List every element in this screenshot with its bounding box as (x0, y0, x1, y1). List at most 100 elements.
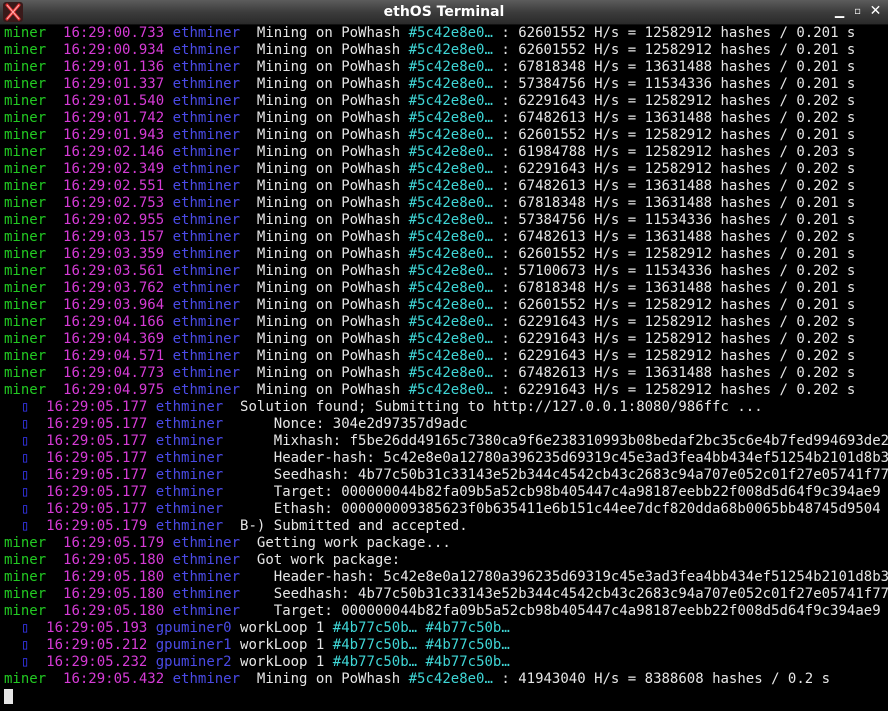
maximize-button[interactable]: ▫ (849, 3, 866, 20)
log-timestamp: 16:29:05.177 (46, 433, 148, 449)
log-tag: miner (4, 195, 47, 211)
log-message: Target: 000000044b82fa09b5a52cb98b405447… (256, 484, 881, 500)
prompt-line[interactable] (4, 688, 888, 705)
log-timestamp: 16:29:02.955 (63, 212, 165, 228)
log-hash: #5c42e8e0… (408, 161, 493, 177)
log-line: ▯ 16:29:05.177 ethminer Header-hash: 5c4… (4, 450, 888, 467)
log-tag: miner (4, 178, 47, 194)
log-line: miner 16:29:01.337 ethminer Mining on Po… (4, 76, 888, 93)
log-line: miner 16:29:00.934 ethminer Mining on Po… (4, 42, 888, 59)
log-line: ▯ 16:29:05.193 gpuminer0 workLoop 1 #4b7… (4, 620, 888, 637)
log-timestamp: 16:29:05.180 (63, 586, 165, 602)
minimize-button[interactable]: ▁ (831, 3, 848, 20)
log-message: workLoop 1 (240, 654, 333, 670)
log-line: ▯ 16:29:05.177 ethminer Ethash: 00000000… (4, 501, 888, 518)
log-line: miner 16:29:05.180 ethminer Target: 0000… (4, 603, 888, 620)
log-line: miner 16:29:00.733 ethminer Mining on Po… (4, 25, 888, 42)
log-message: Seedhash: 4b77c50b31c33143e52b344c4542cb… (256, 467, 888, 483)
log-message: Mining on PoWhash (256, 229, 409, 245)
log-hash: #5c42e8e0… (408, 212, 493, 228)
log-hash: #4b77c50b… (332, 620, 418, 636)
log-timestamp: 16:29:02.146 (63, 144, 165, 160)
log-hash: #5c42e8e0… (408, 314, 493, 330)
log-timestamp: 16:29:05.177 (46, 501, 148, 517)
log-message: B-) Submitted and accepted. (240, 518, 468, 534)
log-source: ethminer (172, 212, 241, 228)
log-source: ethminer (172, 195, 241, 211)
log-hash: #5c42e8e0… (408, 25, 493, 41)
log-message: Mining on PoWhash (256, 280, 409, 296)
log-hash: #5c42e8e0… (408, 297, 493, 313)
log-message: Mixhash: f5be26dd49165c7380ca9f6e2383109… (256, 433, 888, 449)
log-line: miner 16:29:05.180 ethminer Seedhash: 4b… (4, 586, 888, 603)
log-source: ethminer (172, 314, 241, 330)
log-tag: ▯ (4, 450, 38, 466)
log-tag: miner (4, 586, 47, 602)
log-message: Nonce: 304e2d97357d9adc (256, 416, 468, 432)
log-message: Seedhash: 4b77c50b31c33143e52b344c4542cb… (273, 586, 888, 602)
log-tag: ▯ (4, 654, 38, 670)
log-message: Mining on PoWhash (256, 25, 409, 41)
log-source: ethminer (172, 671, 241, 687)
log-hash: #5c42e8e0… (408, 280, 493, 296)
log-tag: ▯ (4, 518, 38, 534)
log-line: ▯ 16:29:05.212 gpuminer1 workLoop 1 #4b7… (4, 637, 888, 654)
log-message-tail: : 67482613 H/s = 13631488 hashes / 0.202… (492, 365, 856, 381)
log-hash: #5c42e8e0… (408, 382, 493, 398)
log-line: miner 16:29:05.180 ethminer Got work pac… (4, 552, 888, 569)
log-line: miner 16:29:04.571 ethminer Mining on Po… (4, 348, 888, 365)
log-hash: #5c42e8e0… (408, 144, 493, 160)
log-line: miner 16:29:02.551 ethminer Mining on Po… (4, 178, 888, 195)
log-line: ▯ 16:29:05.177 ethminer Nonce: 304e2d973… (4, 416, 888, 433)
log-source: ethminer (155, 467, 224, 483)
window-title: ethOS Terminal (383, 4, 505, 20)
log-line: miner 16:29:05.432 ethminer Mining on Po… (4, 671, 888, 688)
log-timestamp: 16:29:03.964 (63, 297, 165, 313)
log-line: ▯ 16:29:05.177 ethminer Seedhash: 4b77c5… (4, 467, 888, 484)
log-timestamp: 16:29:05.180 (63, 603, 165, 619)
log-hash: #4b77c50b… (425, 637, 510, 653)
log-tag: miner (4, 382, 47, 398)
log-hash: #5c42e8e0… (408, 42, 493, 58)
log-message: Mining on PoWhash (256, 246, 409, 262)
close-button[interactable]: ✕ (867, 3, 884, 20)
log-hash: #5c42e8e0… (408, 195, 493, 211)
log-hash: #5c42e8e0… (408, 365, 493, 381)
log-message: Got work package: (256, 552, 401, 568)
log-source: ethminer (172, 25, 241, 41)
log-timestamp: 16:29:00.733 (63, 25, 165, 41)
log-message: Mining on PoWhash (256, 42, 409, 58)
log-line: ▯ 16:29:05.177 ethminer Solution found; … (4, 399, 888, 416)
log-timestamp: 16:29:01.136 (63, 59, 165, 75)
log-message: Header-hash: 5c42e8e0a12780a396235d69319… (256, 450, 888, 466)
log-line: ▯ 16:29:05.177 ethminer Mixhash: f5be26d… (4, 433, 888, 450)
log-hash: #4b77c50b… (332, 637, 418, 653)
log-hash: #5c42e8e0… (408, 671, 493, 687)
log-source: ethminer (155, 450, 224, 466)
log-tag: miner (4, 671, 47, 687)
log-timestamp: 16:29:05.177 (46, 416, 148, 432)
log-tag: ▯ (4, 620, 38, 636)
log-message: Header-hash: 5c42e8e0a12780a396235d69319… (273, 569, 888, 585)
log-tag: miner (4, 76, 47, 92)
log-tag: miner (4, 365, 47, 381)
log-tag: miner (4, 280, 47, 296)
log-tag: ▯ (4, 637, 38, 653)
terminal-output[interactable]: miner 16:29:00.733 ethminer Mining on Po… (0, 25, 888, 711)
log-source: ethminer (172, 331, 241, 347)
log-message: Mining on PoWhash (256, 110, 409, 126)
log-timestamp: 16:29:05.180 (63, 569, 165, 585)
log-tag: ▯ (4, 501, 38, 517)
title-bar[interactable]: ethOS Terminal ▁ ▫ ✕ (0, 0, 888, 25)
log-source: ethminer (172, 246, 241, 262)
log-message: Mining on PoWhash (256, 365, 409, 381)
log-timestamp: 16:29:01.337 (63, 76, 165, 92)
log-source: ethminer (172, 93, 241, 109)
log-line: miner 16:29:04.166 ethminer Mining on Po… (4, 314, 888, 331)
log-line: miner 16:29:03.157 ethminer Mining on Po… (4, 229, 888, 246)
log-message: Mining on PoWhash (256, 263, 409, 279)
log-tag: miner (4, 263, 47, 279)
log-tag: miner (4, 535, 47, 551)
log-message: Mining on PoWhash (256, 76, 409, 92)
log-hash: #4b77c50b… (425, 654, 510, 670)
